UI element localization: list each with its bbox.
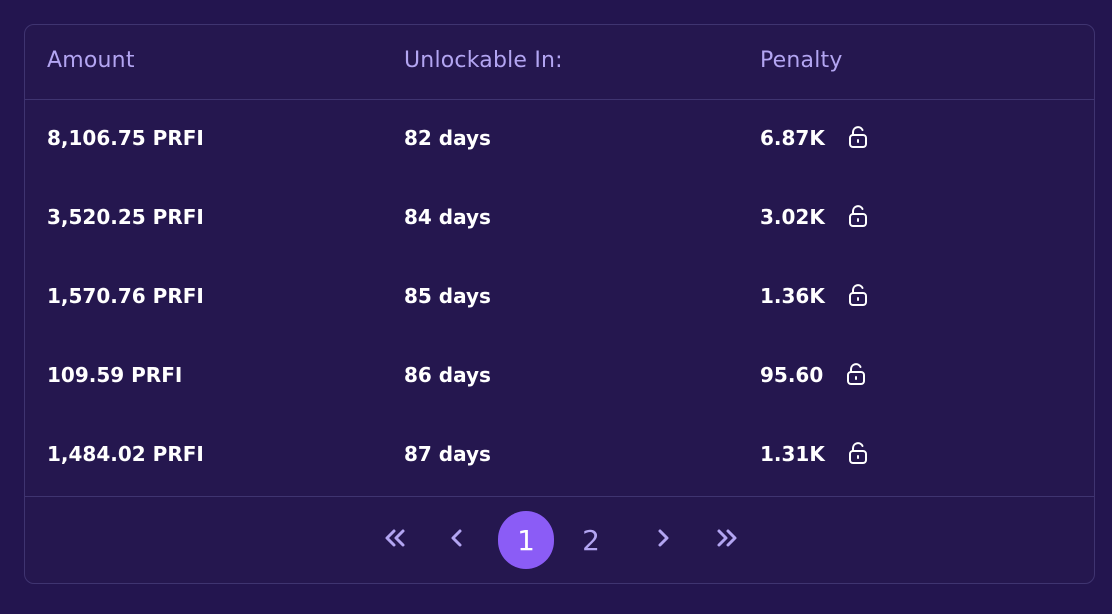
- unlock-icon[interactable]: [847, 283, 869, 307]
- amount-cell: 109.59 PRFI: [47, 363, 183, 387]
- first-page-button[interactable]: [375, 511, 415, 569]
- penalty-cell: 1.31K: [760, 442, 869, 466]
- pagination-bar: 1 2: [25, 496, 1094, 584]
- unlockable-cell: 82 days: [404, 126, 491, 150]
- penalty-cell: 1.36K: [760, 284, 869, 308]
- unlock-icon[interactable]: [845, 362, 867, 386]
- amount-cell: 3,520.25 PRFI: [47, 205, 204, 229]
- penalty-value: 6.87K: [760, 126, 825, 150]
- penalty-value: 3.02K: [760, 205, 825, 229]
- table-body: 8,106.75 PRFI 82 days 6.87K 3,520.25 PRF…: [25, 100, 1094, 497]
- amount-cell: 1,570.76 PRFI: [47, 284, 204, 308]
- previous-page-button[interactable]: [439, 511, 473, 569]
- chevron-left-icon: [446, 526, 466, 554]
- table-header: Amount Unlockable In: Penalty: [25, 25, 1094, 100]
- penalty-cell: 95.60: [760, 363, 867, 387]
- amount-cell: 1,484.02 PRFI: [47, 442, 204, 466]
- double-chevron-right-icon: [713, 526, 741, 554]
- unlock-icon[interactable]: [847, 441, 869, 465]
- pagination: 1 2: [25, 511, 1094, 569]
- table-row: 3,520.25 PRFI 84 days 3.02K: [25, 179, 1094, 258]
- penalty-value: 1.36K: [760, 284, 825, 308]
- unlock-icon[interactable]: [847, 125, 869, 149]
- table-row: 1,570.76 PRFI 85 days 1.36K: [25, 258, 1094, 337]
- header-unlockable-in: Unlockable In:: [404, 48, 563, 73]
- table-row: 109.59 PRFI 86 days 95.60: [25, 337, 1094, 416]
- chevron-right-icon: [654, 526, 674, 554]
- last-page-button[interactable]: [707, 511, 747, 569]
- unlockable-cell: 85 days: [404, 284, 491, 308]
- penalty-value: 95.60: [760, 363, 824, 387]
- unlockable-cell: 86 days: [404, 363, 491, 387]
- page-2-button[interactable]: 2: [563, 511, 619, 569]
- next-page-button[interactable]: [647, 511, 681, 569]
- penalty-cell: 3.02K: [760, 205, 869, 229]
- double-chevron-left-icon: [381, 526, 409, 554]
- table-row: 8,106.75 PRFI 82 days 6.87K: [25, 100, 1094, 179]
- penalty-cell: 6.87K: [760, 126, 869, 150]
- unlockable-cell: 87 days: [404, 442, 491, 466]
- unlock-icon[interactable]: [847, 204, 869, 228]
- table-row: 1,484.02 PRFI 87 days 1.31K: [25, 416, 1094, 495]
- unlockable-cell: 84 days: [404, 205, 491, 229]
- locked-tokens-table-card: Amount Unlockable In: Penalty 8,106.75 P…: [24, 24, 1095, 584]
- page-1-button[interactable]: 1: [498, 511, 554, 569]
- penalty-value: 1.31K: [760, 442, 825, 466]
- amount-cell: 8,106.75 PRFI: [47, 126, 204, 150]
- header-penalty: Penalty: [760, 48, 843, 73]
- header-amount: Amount: [47, 48, 135, 73]
